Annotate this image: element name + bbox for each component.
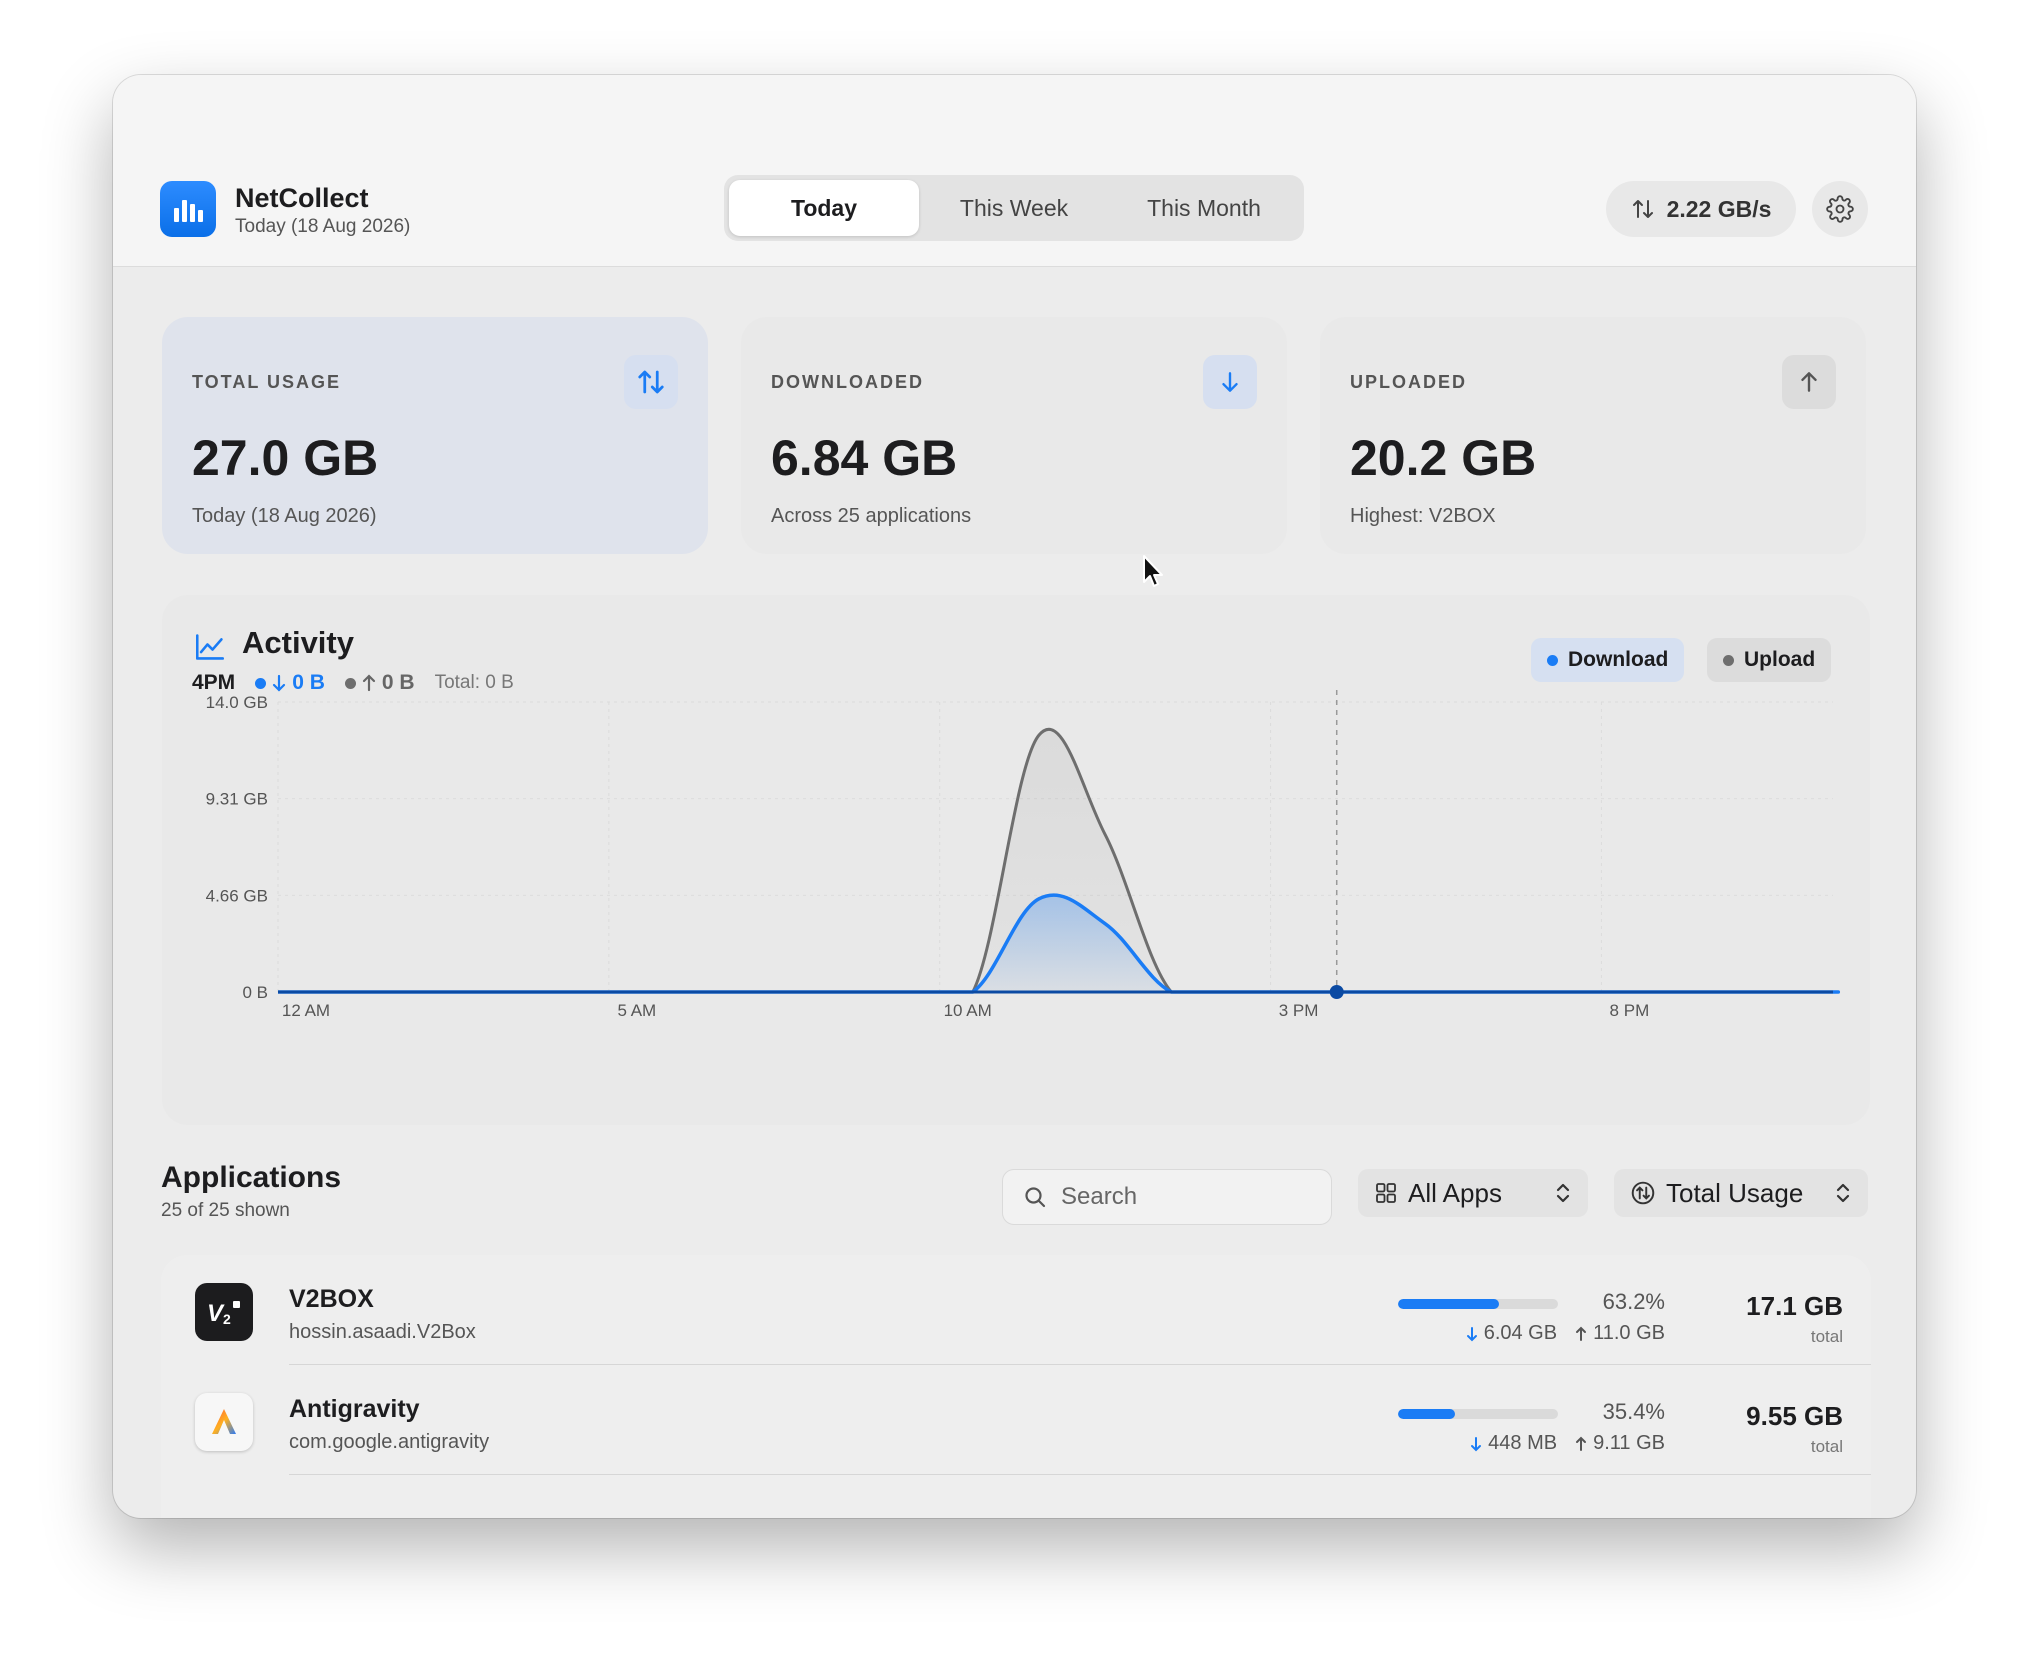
app-subtitle: Today (18 Aug 2026) xyxy=(235,216,411,237)
arrow-up-icon xyxy=(1801,372,1817,392)
grid-icon xyxy=(1376,1183,1396,1203)
arrow-down-icon xyxy=(1471,1436,1482,1451)
activity-chart[interactable]: 14.0 GB 9.31 GB 4.66 GB 0 B 12 AM 5 AM 10 AM 3… xyxy=(162,595,1870,1125)
arrow-up-icon xyxy=(1576,1326,1587,1341)
app-total-label: total xyxy=(1810,1327,1843,1346)
upload-value: 11.0 GB xyxy=(1575,1322,1665,1345)
v2box-app-icon: V2 xyxy=(195,1283,253,1341)
period-segmented-control: Today This Week This Month xyxy=(724,175,1304,241)
card-label: DOWNLOADED xyxy=(771,372,924,392)
x-tick-label: 12 AM xyxy=(282,1001,330,1020)
x-tick-label: 10 AM xyxy=(944,1001,992,1020)
app-bundle-id: hossin.asaadi.V2Box xyxy=(289,1321,476,1343)
app-total: 17.1 GB xyxy=(1746,1291,1843,1321)
x-tick-label: 8 PM xyxy=(1610,1001,1650,1020)
download-upload-values: 6.04 GB 11.0 GB xyxy=(1466,1322,1665,1345)
app-name: NetCollect xyxy=(235,183,369,213)
gear-icon xyxy=(1826,195,1854,223)
speed-indicator[interactable]: 2.22 GB/s xyxy=(1606,181,1796,237)
app-bundle-id: com.google.antigravity xyxy=(289,1431,490,1453)
applications-count: 25 of 25 shown xyxy=(161,1200,290,1221)
chart-cursor-dot xyxy=(1329,985,1344,999)
arrow-down-icon xyxy=(1466,1326,1477,1341)
card-icon-badge xyxy=(624,355,678,409)
speed-value: 2.22 GB/s xyxy=(1666,195,1772,222)
download-value: 448 MB xyxy=(1470,1432,1557,1455)
chevron-updown-icon xyxy=(1836,1183,1850,1203)
usage-share-bar xyxy=(1398,1299,1558,1309)
y-tick-label: 4.66 GB xyxy=(206,886,268,905)
download-upload-values: 448 MB 9.11 GB xyxy=(1470,1432,1665,1455)
search-input[interactable] xyxy=(1061,1183,1301,1211)
app-filter-label: All Apps xyxy=(1408,1177,1502,1208)
app-name: Antigravity xyxy=(289,1395,420,1423)
y-tick-label: 9.31 GB xyxy=(206,790,268,809)
uploaded-card[interactable]: UPLOADED 20.2 GB Highest: V2BOX xyxy=(1320,317,1866,554)
y-tick-label: 0 B xyxy=(242,983,268,1002)
settings-button[interactable] xyxy=(1812,181,1868,237)
app-row-v2box[interactable]: V2 V2BOX hossin.asaadi.V2Box 63.2% 6.04 … xyxy=(161,1255,1871,1365)
tab-this-month[interactable]: This Month xyxy=(1109,180,1299,236)
downloaded-card[interactable]: DOWNLOADED 6.84 GB Across 25 application… xyxy=(741,317,1287,554)
app-row-antigravity[interactable]: Antigravity com.google.antigravity 35.4%… xyxy=(161,1365,1871,1475)
arrows-updown-icon xyxy=(1632,200,1653,218)
card-subtitle: Highest: V2BOX xyxy=(1350,505,1496,527)
search-icon xyxy=(1025,1187,1046,1208)
usage-circle-icon xyxy=(1631,1181,1655,1205)
total-usage-card[interactable]: TOTAL USAGE 27.0 GB Today (18 Aug 2026) xyxy=(162,317,708,554)
x-tick-label: 3 PM xyxy=(1279,1001,1319,1020)
upload-value: 9.11 GB xyxy=(1575,1432,1665,1455)
y-tick-label: 14.0 GB xyxy=(206,693,268,712)
svg-text:2: 2 xyxy=(223,1311,231,1327)
usage-share-bar-fill xyxy=(1398,1409,1455,1419)
arrow-up-icon xyxy=(1576,1436,1587,1451)
chevron-updown-icon xyxy=(1556,1183,1570,1203)
app-name: V2BOX xyxy=(289,1285,374,1313)
card-icon-badge xyxy=(1203,355,1257,409)
applications-list: V2 V2BOX hossin.asaadi.V2Box 63.2% 6.04 … xyxy=(161,1255,1871,1518)
app-filter-select[interactable]: All Apps xyxy=(1358,1169,1588,1217)
usage-share-bar-fill xyxy=(1398,1299,1500,1309)
card-label: UPLOADED xyxy=(1350,372,1468,392)
sort-label: Total Usage xyxy=(1666,1177,1804,1208)
antigravity-app-icon xyxy=(195,1393,253,1451)
tab-today[interactable]: Today xyxy=(729,180,919,236)
x-tick-label: 5 AM xyxy=(617,1001,656,1020)
applications-title: Applications xyxy=(161,1161,342,1194)
sort-select[interactable]: Total Usage xyxy=(1614,1169,1868,1217)
card-value: 20.2 GB xyxy=(1350,430,1537,486)
download-series-area xyxy=(278,895,1839,992)
arrow-down-icon xyxy=(1222,372,1238,392)
card-icon-badge xyxy=(1782,355,1836,409)
mouse-pointer-icon xyxy=(1143,555,1163,587)
card-subtitle: Today (18 Aug 2026) xyxy=(192,505,377,527)
card-value: 27.0 GB xyxy=(192,430,379,486)
app-total: 9.55 GB xyxy=(1746,1401,1843,1431)
card-subtitle: Across 25 applications xyxy=(771,505,972,527)
usage-percent: 35.4% xyxy=(1602,1399,1665,1424)
download-value: 6.04 GB xyxy=(1466,1322,1557,1345)
toolbar: NetCollect Today (18 Aug 2026) Today Thi… xyxy=(113,75,1916,267)
arrows-updown-icon xyxy=(638,370,664,394)
app-window: NetCollect Today (18 Aug 2026) Today Thi… xyxy=(113,75,1916,1518)
card-value: 6.84 GB xyxy=(771,430,958,486)
app-logo-icon xyxy=(160,181,216,237)
usage-percent: 63.2% xyxy=(1602,1289,1665,1314)
app-total-label: total xyxy=(1810,1437,1843,1456)
tab-this-week[interactable]: This Week xyxy=(919,180,1109,236)
usage-share-bar xyxy=(1398,1409,1558,1419)
card-label: TOTAL USAGE xyxy=(192,372,342,392)
row-divider xyxy=(289,1474,1871,1475)
activity-panel: Activity 4PM 0 B 0 B Total: 0 B Download… xyxy=(162,595,1870,1125)
search-field[interactable] xyxy=(1002,1169,1332,1225)
